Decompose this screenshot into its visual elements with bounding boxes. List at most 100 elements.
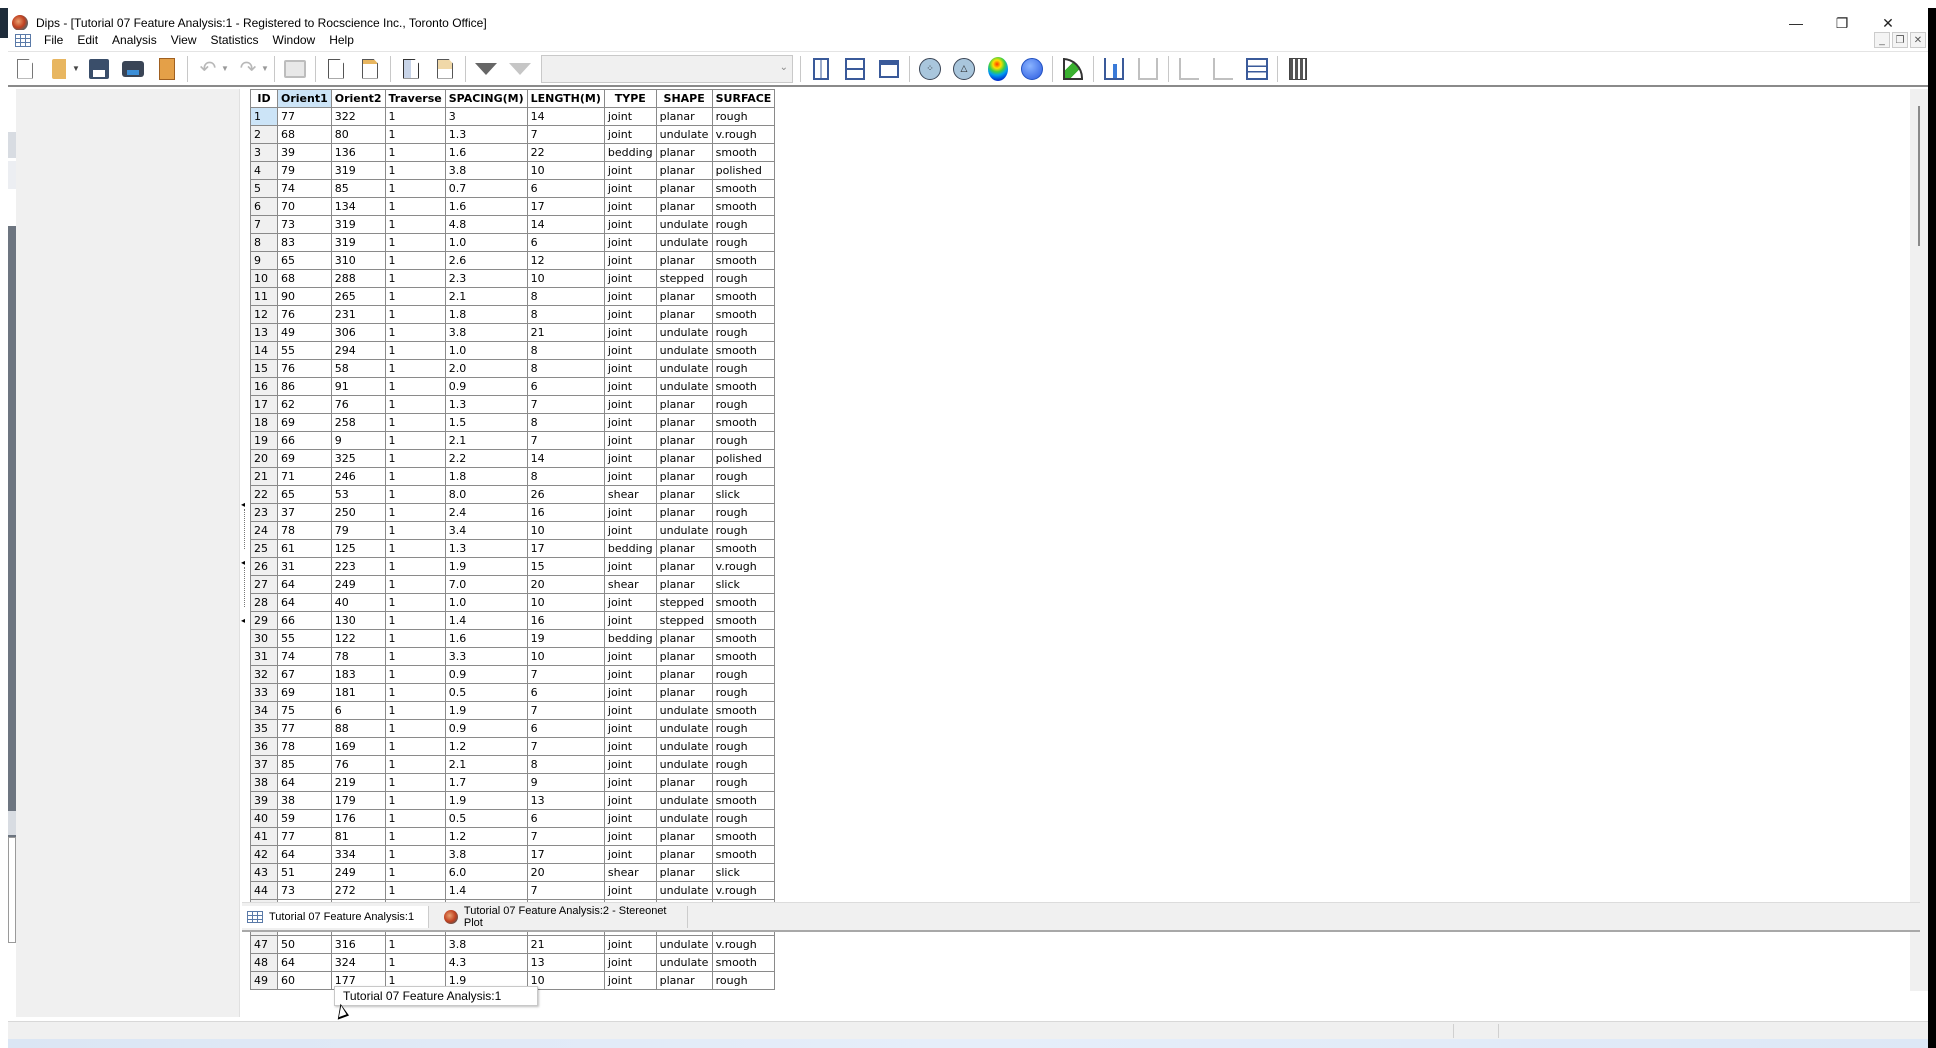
cell-surface[interactable]: rough bbox=[711, 233, 776, 252]
cell-length[interactable]: 17 bbox=[526, 197, 605, 216]
column-header-surface[interactable]: SURFACE bbox=[711, 89, 776, 108]
cell-traverse[interactable]: 1 bbox=[384, 251, 446, 270]
cell-spacing[interactable]: 2.4 bbox=[444, 503, 528, 522]
cell-surface[interactable]: rough bbox=[711, 467, 776, 486]
new-file-button[interactable] bbox=[12, 56, 38, 82]
cell-orient2[interactable]: 58 bbox=[330, 359, 386, 378]
column-header-id[interactable]: ID bbox=[250, 89, 278, 108]
menu-edit[interactable]: Edit bbox=[70, 30, 105, 50]
cell-shape[interactable]: planar bbox=[655, 665, 713, 684]
cell-length[interactable]: 7 bbox=[526, 701, 605, 720]
cell-length[interactable]: 10 bbox=[526, 647, 605, 666]
cell-type[interactable]: joint bbox=[603, 791, 657, 810]
cell-type[interactable]: joint bbox=[603, 449, 657, 468]
cell-id[interactable]: 9 bbox=[250, 251, 278, 270]
cell-surface[interactable]: smooth bbox=[711, 701, 776, 720]
cell-orient1[interactable]: 75 bbox=[277, 701, 332, 720]
cell-spacing[interactable]: 2.1 bbox=[444, 287, 528, 306]
cell-traverse[interactable]: 1 bbox=[384, 467, 446, 486]
cell-spacing[interactable]: 8.0 bbox=[444, 485, 528, 504]
cell-surface[interactable]: polished bbox=[711, 449, 776, 468]
cell-traverse[interactable]: 1 bbox=[384, 125, 446, 144]
cell-spacing[interactable]: 1.0 bbox=[444, 593, 528, 612]
cell-orient1[interactable]: 77 bbox=[277, 827, 332, 846]
cell-length[interactable]: 10 bbox=[526, 971, 605, 990]
cell-orient1[interactable]: 74 bbox=[277, 647, 332, 666]
undo-dropdown-arrow-icon[interactable]: ▼ bbox=[221, 64, 229, 73]
cell-surface[interactable]: smooth bbox=[711, 197, 776, 216]
cell-length[interactable]: 8 bbox=[526, 413, 605, 432]
cell-spacing[interactable]: 1.4 bbox=[444, 881, 528, 900]
delete-set-button[interactable] bbox=[1135, 56, 1161, 82]
cell-orient1[interactable]: 68 bbox=[277, 269, 332, 288]
cell-traverse[interactable]: 1 bbox=[384, 431, 446, 450]
table-row[interactable]: 35 77 88 1 0.9 6 joint undulate rough bbox=[250, 719, 776, 738]
vertical-scrollbar[interactable] bbox=[1910, 89, 1928, 991]
cell-orient2[interactable]: 319 bbox=[330, 233, 386, 252]
cell-id[interactable]: 2 bbox=[250, 125, 278, 144]
cell-spacing[interactable]: 0.7 bbox=[444, 179, 528, 198]
cell-orient1[interactable]: 38 bbox=[277, 791, 332, 810]
cell-orient1[interactable]: 73 bbox=[277, 215, 332, 234]
tile-vertical-button[interactable] bbox=[808, 56, 834, 82]
cell-length[interactable]: 6 bbox=[526, 719, 605, 738]
cell-orient1[interactable]: 68 bbox=[277, 125, 332, 144]
cell-traverse[interactable]: 1 bbox=[384, 647, 446, 666]
cell-type[interactable]: joint bbox=[603, 593, 657, 612]
cell-shape[interactable]: undulate bbox=[655, 737, 713, 756]
cell-orient1[interactable]: 74 bbox=[277, 179, 332, 198]
collapse-arrow-icon[interactable]: ◂ bbox=[241, 500, 245, 509]
cell-orient1[interactable]: 59 bbox=[277, 809, 332, 828]
cell-orient1[interactable]: 64 bbox=[277, 953, 332, 972]
collapse-arrow-icon[interactable]: ◂ bbox=[241, 558, 245, 567]
cell-shape[interactable]: planar bbox=[655, 305, 713, 324]
cell-length[interactable]: 16 bbox=[526, 503, 605, 522]
cell-surface[interactable]: rough bbox=[711, 359, 776, 378]
cell-type[interactable]: joint bbox=[603, 251, 657, 270]
cell-orient1[interactable]: 65 bbox=[277, 251, 332, 270]
redo-dropdown-arrow-icon[interactable]: ▼ bbox=[261, 64, 269, 73]
cell-orient1[interactable]: 62 bbox=[277, 395, 332, 414]
cell-orient2[interactable]: 319 bbox=[330, 161, 386, 180]
cell-id[interactable]: 39 bbox=[250, 791, 278, 810]
cell-type[interactable]: joint bbox=[603, 395, 657, 414]
cell-orient2[interactable]: 246 bbox=[330, 467, 386, 486]
cell-shape[interactable]: undulate bbox=[655, 809, 713, 828]
scatter-plot-button[interactable]: △ bbox=[951, 56, 977, 82]
table-row[interactable]: 5 74 85 1 0.7 6 joint planar smooth bbox=[250, 179, 776, 198]
cell-id[interactable]: 38 bbox=[250, 773, 278, 792]
insert-column-button[interactable] bbox=[1176, 56, 1202, 82]
table-row[interactable]: 24 78 79 1 3.4 10 joint undulate rough bbox=[250, 521, 776, 540]
edit-properties-button[interactable] bbox=[323, 56, 349, 82]
cell-orient1[interactable]: 60 bbox=[277, 971, 332, 990]
table-row[interactable]: 33 69 181 1 0.5 6 joint planar rough bbox=[250, 683, 776, 702]
cell-shape[interactable]: planar bbox=[655, 287, 713, 306]
cell-traverse[interactable]: 1 bbox=[384, 449, 446, 468]
cell-orient1[interactable]: 69 bbox=[277, 413, 332, 432]
table-row[interactable]: 6 70 134 1 1.6 17 joint planar smooth bbox=[250, 197, 776, 216]
cell-id[interactable]: 37 bbox=[250, 755, 278, 774]
cell-surface[interactable]: slick bbox=[711, 863, 776, 882]
cell-spacing[interactable]: 1.8 bbox=[444, 467, 528, 486]
cell-id[interactable]: 10 bbox=[250, 269, 278, 288]
table-row[interactable]: 48 64 324 1 4.3 13 joint undulate smooth bbox=[250, 953, 776, 972]
cell-type[interactable]: joint bbox=[603, 503, 657, 522]
cell-type[interactable]: joint bbox=[603, 287, 657, 306]
table-row[interactable]: 16 86 91 1 0.9 6 joint undulate smooth bbox=[250, 377, 776, 396]
cell-orient1[interactable]: 66 bbox=[277, 431, 332, 450]
cell-surface[interactable]: rough bbox=[711, 737, 776, 756]
cell-shape[interactable]: planar bbox=[655, 197, 713, 216]
cell-spacing[interactable]: 1.2 bbox=[444, 737, 528, 756]
cell-shape[interactable]: undulate bbox=[655, 233, 713, 252]
cell-type[interactable]: joint bbox=[603, 701, 657, 720]
menu-analysis[interactable]: Analysis bbox=[105, 30, 164, 50]
table-row[interactable]: 17 62 76 1 1.3 7 joint planar rough bbox=[250, 395, 776, 414]
cell-surface[interactable]: smooth bbox=[711, 179, 776, 198]
cell-surface[interactable]: smooth bbox=[711, 377, 776, 396]
cell-spacing[interactable]: 1.8 bbox=[444, 305, 528, 324]
tab-stereonet-plot[interactable]: Tutorial 07 Feature Analysis:2 - Stereon… bbox=[430, 905, 688, 929]
cell-orient2[interactable]: 325 bbox=[330, 449, 386, 468]
menu-statistics[interactable]: Statistics bbox=[204, 30, 266, 50]
redo-button[interactable]: ↷ bbox=[235, 56, 261, 82]
scrollbar-thumb[interactable] bbox=[1918, 106, 1920, 246]
